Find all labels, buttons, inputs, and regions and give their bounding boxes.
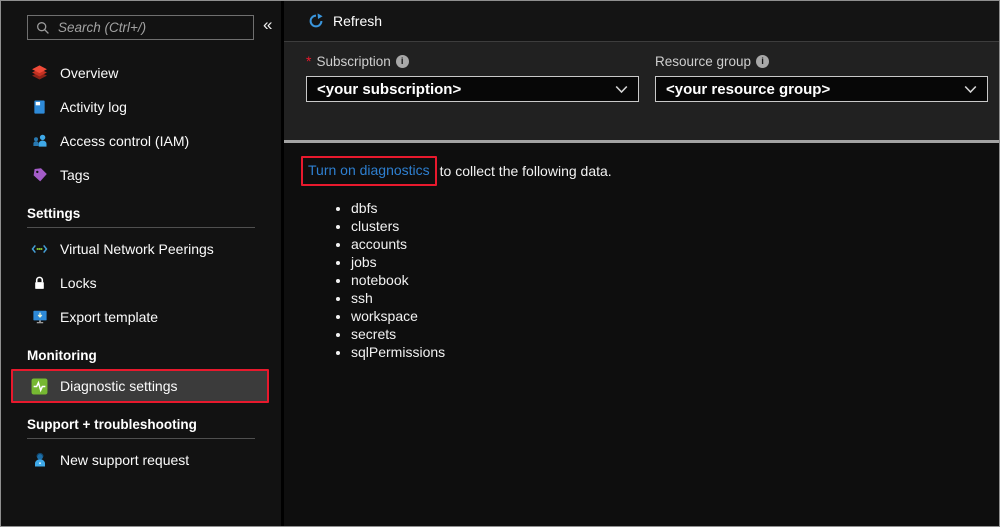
sidebar-item-label: Export template	[60, 309, 158, 325]
lock-icon	[31, 275, 48, 292]
list-item: sqlPermissions	[351, 343, 979, 361]
sidebar-item-diagnostic-settings[interactable]: Diagnostic settings	[11, 369, 269, 403]
refresh-label: Refresh	[333, 13, 382, 29]
turn-on-diagnostics-link[interactable]: Turn on diagnostics	[308, 162, 430, 178]
sidebar-item-new-support-request[interactable]: New support request	[1, 443, 281, 477]
main-panel: Refresh * Subscription i <your subscript…	[284, 1, 999, 526]
section-header-monitoring: Monitoring	[27, 348, 255, 363]
resource-menu-sidebar: « Overview Activity log	[1, 1, 284, 526]
sidebar-item-access-control[interactable]: Access control (IAM)	[1, 124, 281, 158]
sidebar-item-overview[interactable]: Overview	[1, 56, 281, 90]
sidebar-item-locks[interactable]: Locks	[1, 266, 281, 300]
diagnostics-content: Turn on diagnostics to collect the follo…	[284, 143, 999, 526]
list-item: ssh	[351, 289, 979, 307]
sidebar-item-label: Tags	[60, 167, 90, 183]
required-asterisk: *	[306, 53, 311, 69]
subscription-label: Subscription	[316, 54, 390, 69]
search-icon	[36, 21, 50, 35]
sidebar-item-label: Overview	[60, 65, 118, 81]
resource-group-value: <your resource group>	[666, 81, 830, 98]
section-header-settings: Settings	[27, 206, 255, 221]
support-request-icon	[31, 452, 48, 469]
sidebar-search-row: «	[1, 1, 281, 40]
lead-sentence: Turn on diagnostics to collect the follo…	[301, 156, 979, 186]
list-item: clusters	[351, 217, 979, 235]
subscription-dropdown[interactable]: <your subscription>	[306, 76, 639, 102]
turn-on-diagnostics-annotation: Turn on diagnostics	[301, 156, 437, 186]
search-box[interactable]	[27, 15, 254, 40]
activity-log-icon	[31, 99, 48, 116]
section-header-support: Support + troubleshooting	[27, 417, 255, 432]
vnet-peerings-icon	[31, 241, 48, 258]
command-bar: Refresh	[284, 1, 999, 42]
sidebar-item-activity-log[interactable]: Activity log	[1, 90, 281, 124]
sidebar-item-label: Access control (IAM)	[60, 133, 189, 149]
chevron-down-icon	[615, 85, 628, 94]
refresh-icon	[308, 13, 324, 29]
sidebar-item-label: Activity log	[60, 99, 127, 115]
resource-group-filter: Resource group i <your resource group>	[655, 52, 988, 102]
sidebar-item-export-template[interactable]: Export template	[1, 300, 281, 334]
diagnostic-settings-icon	[31, 378, 48, 395]
subscription-value: <your subscription>	[317, 81, 461, 98]
list-item: notebook	[351, 271, 979, 289]
sidebar-item-label: New support request	[60, 452, 189, 468]
list-item: dbfs	[351, 199, 979, 217]
sidebar-item-label: Diagnostic settings	[60, 378, 178, 394]
info-icon[interactable]: i	[396, 55, 409, 68]
list-item: workspace	[351, 307, 979, 325]
resource-menu-nav: Overview Activity log Access control (IA…	[1, 56, 281, 477]
list-item: accounts	[351, 235, 979, 253]
divider	[27, 227, 255, 228]
sidebar-item-vnet-peerings[interactable]: Virtual Network Peerings	[1, 232, 281, 266]
chevron-down-icon	[964, 85, 977, 94]
diagnostic-categories-list: dbfs clusters accounts jobs notebook ssh…	[301, 199, 979, 361]
access-control-icon	[31, 133, 48, 150]
divider	[27, 438, 255, 439]
lead-sentence-rest: to collect the following data.	[440, 163, 612, 179]
export-template-icon	[31, 309, 48, 326]
resource-group-dropdown[interactable]: <your resource group>	[655, 76, 988, 102]
resource-group-label-row: Resource group i	[655, 52, 988, 70]
sidebar-item-tags[interactable]: Tags	[1, 158, 281, 192]
search-input[interactable]	[58, 20, 245, 35]
subscription-filter: * Subscription i <your subscription>	[306, 52, 639, 102]
tag-icon	[31, 167, 48, 184]
collapse-sidebar-icon[interactable]: «	[263, 16, 272, 33]
filter-bar: * Subscription i <your subscription> Res…	[284, 42, 999, 143]
subscription-label-row: * Subscription i	[306, 52, 639, 70]
list-item: jobs	[351, 253, 979, 271]
info-icon[interactable]: i	[756, 55, 769, 68]
sidebar-item-label: Locks	[60, 275, 97, 291]
databricks-icon	[31, 65, 48, 82]
azure-portal-screen: « Overview Activity log	[0, 0, 1000, 527]
sidebar-item-label: Virtual Network Peerings	[60, 241, 214, 257]
resource-group-label: Resource group	[655, 54, 751, 69]
refresh-button[interactable]: Refresh	[308, 13, 382, 29]
list-item: secrets	[351, 325, 979, 343]
